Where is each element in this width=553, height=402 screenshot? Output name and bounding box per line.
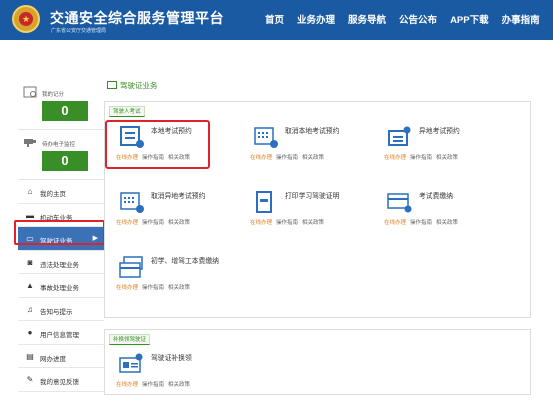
calendar-cancel-icon	[254, 127, 278, 148]
section-icon	[107, 81, 117, 89]
police-badge-logo: ★	[12, 5, 40, 33]
print-icon	[256, 191, 272, 213]
site-subtitle: 广东省公安厅交通管理局	[51, 28, 107, 34]
sidebar-item-violation[interactable]: ◙ 违法处理业务	[18, 251, 104, 274]
sidebar-item-accident[interactable]: ▲ 事故处理业务	[18, 274, 104, 298]
service-exam-fee-payment[interactable]: 考试费缴纳 在线办理 操作指南 相关政策	[384, 190, 514, 232]
online-link[interactable]: 在线办理	[250, 155, 272, 161]
policy-link[interactable]: 相关政策	[168, 382, 190, 388]
stat-label: 我的记分	[42, 92, 65, 98]
guide-link[interactable]: 操作指南	[276, 155, 298, 161]
sidebar-item-notice[interactable]: ♫ 告知与提示	[18, 298, 104, 321]
sidebar-item-user-info[interactable]: ● 用户信息管理	[18, 321, 104, 345]
calendar-cancel-icon	[120, 192, 144, 213]
guide-link[interactable]: 操作指南	[410, 220, 432, 226]
camera-icon	[24, 139, 36, 147]
guide-link[interactable]: 操作指南	[410, 155, 432, 161]
service-print-learner-proof[interactable]: 打印学习驾驶证明 在线办理 操作指南 相关政策	[250, 190, 380, 232]
policy-link[interactable]: 相关政策	[436, 220, 458, 226]
guide-link[interactable]: 操作指南	[142, 285, 164, 291]
guide-link[interactable]: 操作指南	[142, 382, 164, 388]
nav-announcements[interactable]: 公告公布	[399, 12, 437, 26]
top-nav: 首页 业务办理 服务导航 公告公布 APP下载 办事指南	[265, 12, 540, 26]
sidebar-item-label: 事故处理业务	[40, 285, 79, 292]
online-link[interactable]: 在线办理	[116, 220, 138, 226]
nav-home[interactable]: 首页	[265, 12, 284, 26]
sidebar-item-label: 我的主页	[40, 191, 66, 198]
sidebar-item-home[interactable]: ⌂ 我的主页	[18, 180, 104, 204]
service-remote-exam-booking[interactable]: 异地考试预约 在线办理 操作指南 相关政策	[384, 125, 514, 167]
section-tag: 补换领驾驶证	[109, 334, 151, 345]
service-title: 取消异地考试预约	[151, 193, 206, 200]
document-icon	[23, 86, 37, 98]
sidebar-item-label: 网办进度	[40, 355, 66, 363]
car-icon: ▬	[26, 210, 34, 220]
service-cancel-remote-exam[interactable]: 取消异地考试预约 在线办理 操作指南 相关政策	[116, 190, 246, 232]
guide-link[interactable]: 操作指南	[142, 220, 164, 226]
payment-icon	[387, 193, 412, 213]
payment-icon	[119, 256, 143, 278]
stat-monitoring[interactable]: 待办电子监控 0	[18, 130, 104, 180]
policy-link[interactable]: 相关政策	[436, 155, 458, 161]
site-header: ★ 交通安全综合服务管理平台 广东省公安厅交通管理局 首页 业务办理 服务导航 …	[0, 0, 553, 40]
sidebar-active-highlight	[14, 220, 105, 245]
nav-office-guide[interactable]: 办事指南	[502, 12, 540, 26]
form-person-icon	[388, 126, 411, 146]
license-icon	[119, 353, 143, 373]
home-icon: ⌂	[27, 187, 33, 196]
nav-business[interactable]: 业务办理	[297, 12, 335, 26]
online-link[interactable]: 在线办理	[384, 155, 406, 161]
service-highlight	[105, 120, 210, 169]
service-title: 考试费缴纳	[419, 193, 453, 200]
guide-link[interactable]: 操作指南	[276, 220, 298, 226]
service-title: 驾驶证补换领	[151, 355, 192, 362]
sidebar-item-label: 我的意见反馈	[40, 379, 79, 386]
service-license-reissue[interactable]: 驾驶证补换领 在线办理 操作指南 相关政策	[116, 352, 246, 394]
user-icon: ●	[27, 328, 33, 337]
warning-icon: ▲	[26, 281, 34, 290]
site-title: 交通安全综合服务管理平台	[50, 10, 224, 26]
stat-value: 0	[42, 151, 88, 171]
service-title: 取消本地考试预约	[285, 128, 340, 135]
section-tag: 驾驶人考试	[109, 106, 145, 117]
policy-link[interactable]: 相关政策	[168, 220, 190, 226]
stat-score[interactable]: 我的记分 0	[18, 80, 104, 130]
policy-link[interactable]: 相关政策	[168, 285, 190, 291]
page-title: 驾驶证业务	[120, 81, 158, 90]
online-link[interactable]: 在线办理	[250, 220, 272, 226]
service-cancel-local-exam[interactable]: 取消本地考试预约 在线办理 操作指南 相关政策	[250, 125, 380, 167]
progress-icon: ▤	[26, 351, 34, 361]
sidebar-item-label: 违法处理业务	[40, 261, 79, 269]
service-title: 初学、增驾工本费缴纳	[151, 258, 219, 265]
bell-icon: ♫	[27, 304, 33, 314]
online-link[interactable]: 在线办理	[116, 382, 138, 388]
sidebar-item-progress[interactable]: ▤ 网办进度	[18, 345, 104, 368]
stat-value: 0	[42, 101, 88, 121]
camera-icon: ◙	[27, 257, 33, 267]
service-title: 异地考试预约	[419, 128, 460, 135]
feedback-icon: ✎	[26, 375, 34, 384]
online-link[interactable]: 在线办理	[116, 285, 138, 291]
sidebar-item-label: 告知与提示	[40, 308, 73, 316]
stat-label: 待办电子监控	[42, 142, 76, 148]
nav-app-download[interactable]: APP下载	[450, 12, 489, 26]
policy-link[interactable]: 相关政策	[302, 220, 324, 226]
sidebar-item-label: 用户信息管理	[40, 332, 79, 339]
service-title: 打印学习驾驶证明	[285, 193, 340, 200]
online-link[interactable]: 在线办理	[384, 220, 406, 226]
sidebar-item-feedback[interactable]: ✎ 我的意见反馈	[18, 368, 104, 392]
nav-service-guide[interactable]: 服务导航	[348, 12, 386, 26]
service-learner-fee-payment[interactable]: 初学、增驾工本费缴纳 在线办理 操作指南 相关政策	[116, 255, 246, 297]
policy-link[interactable]: 相关政策	[302, 155, 324, 161]
